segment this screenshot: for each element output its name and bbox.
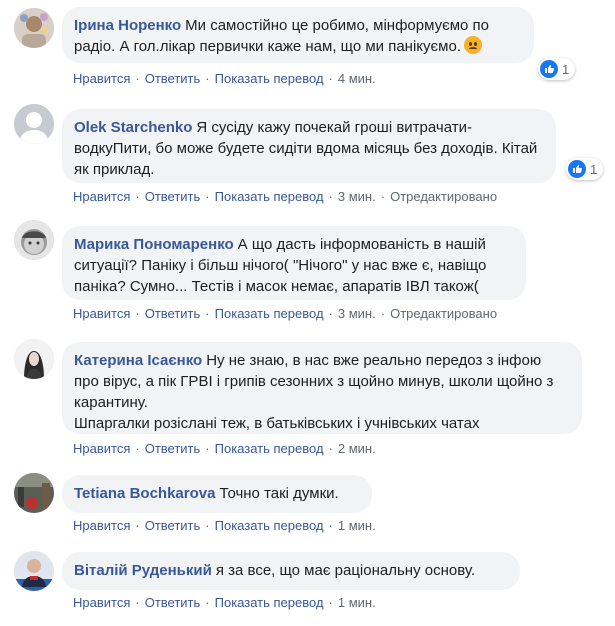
comment-actions: Нравится · Ответить · Показать перевод · 1 мин… <box>73 518 376 533</box>
comment-actions: Нравится · Ответить · Показать перевод · 2 мин… <box>73 441 376 456</box>
reply-link[interactable]: Ответить <box>145 71 201 86</box>
translate-link[interactable]: Показать перевод <box>215 71 324 86</box>
reply-link[interactable]: Ответить <box>145 306 201 321</box>
translate-link[interactable]: Показать перевод <box>215 306 324 321</box>
translate-link[interactable]: Показать перевод <box>215 189 324 204</box>
separator: · <box>135 71 140 86</box>
timestamp[interactable]: 1 мин. <box>338 518 376 533</box>
comment-author[interactable]: Віталій Руденький <box>74 562 212 579</box>
avatar[interactable] <box>14 473 54 513</box>
comment-text: я за все, що має раціональну основу. <box>215 562 476 579</box>
comment-bubble: Olek Starchenko Я сусіду кажу почекай гро… <box>62 109 556 183</box>
translate-link[interactable]: Показать перевод <box>215 441 324 456</box>
sad-emoji-icon <box>463 36 482 54</box>
separator: · <box>328 71 333 86</box>
reply-link[interactable]: Ответить <box>145 189 201 204</box>
timestamp[interactable]: 1 мин. <box>338 595 376 610</box>
comment-bubble: Tetiana Bochkarova Точно такі думки. <box>62 475 372 513</box>
like-link[interactable]: Нравится <box>73 71 130 86</box>
separator: · <box>380 189 386 204</box>
reply-link[interactable]: Ответить <box>145 441 201 456</box>
comment-author[interactable]: Olek Starchenko <box>74 119 192 136</box>
separator: · <box>328 306 333 321</box>
separator: · <box>135 306 140 321</box>
timestamp[interactable]: 3 мин. <box>338 306 376 321</box>
reply-link[interactable]: Ответить <box>145 595 201 610</box>
separator: · <box>205 518 210 533</box>
separator: · <box>135 595 140 610</box>
avatar[interactable] <box>14 104 54 144</box>
comment-author[interactable]: Tetiana Bochkarova <box>74 485 215 502</box>
comment-actions: Нравится · Ответить · Показать перевод · 3 мин… <box>73 306 497 321</box>
comment-text: Точно такі думки. <box>219 485 339 502</box>
separator: · <box>205 306 210 321</box>
comment-author[interactable]: Ірина Норенко <box>74 17 181 34</box>
reaction-count-value: 1 <box>590 161 598 177</box>
like-link[interactable]: Нравится <box>73 306 130 321</box>
comment-actions: Нравится · Ответить · Показать перевод · 1 мин… <box>73 595 376 610</box>
avatar[interactable] <box>14 220 54 260</box>
timestamp[interactable]: 2 мин. <box>338 441 376 456</box>
comment-text-paragraph: Шпаргалки розіслані теж, в батьківських … <box>74 415 480 432</box>
comment-actions: Нравится · Ответить · Показать перевод · 3 мин… <box>73 189 497 204</box>
reply-link[interactable]: Ответить <box>145 518 201 533</box>
reaction-count-value: 1 <box>562 61 570 77</box>
like-link[interactable]: Нравится <box>73 189 130 204</box>
comment-bubble: Марика Пономаренко А що дасть інформовані… <box>62 226 526 300</box>
comment-bubble: Ірина Норенко Ми самостійно це робимо, мі… <box>62 7 534 63</box>
separator: · <box>205 441 210 456</box>
comment-bubble: Катерина Ісаєнко Ну не знаю, в нас вже ре… <box>62 342 582 434</box>
translate-link[interactable]: Показать перевод <box>215 518 324 533</box>
timestamp[interactable]: 3 мин. <box>338 189 376 204</box>
avatar[interactable] <box>14 339 54 379</box>
reaction-count[interactable]: 1 <box>566 158 604 180</box>
comment-actions: Нравится · Ответить · Показать перевод · 4 мин… <box>73 71 376 86</box>
separator: · <box>135 189 140 204</box>
reaction-count[interactable]: 1 <box>538 58 576 80</box>
timestamp[interactable]: 4 мин. <box>338 71 376 86</box>
separator: · <box>205 595 210 610</box>
like-link[interactable]: Нравится <box>73 518 130 533</box>
like-icon <box>540 60 558 78</box>
like-icon <box>568 160 586 178</box>
separator: · <box>328 441 333 456</box>
like-link[interactable]: Нравится <box>73 441 130 456</box>
edited-label[interactable]: Отредактировано <box>390 306 497 321</box>
edited-label[interactable]: Отредактировано <box>390 189 497 204</box>
comment-bubble: Віталій Руденький я за все, що має раціон… <box>62 552 520 590</box>
separator: · <box>328 518 333 533</box>
separator: · <box>328 595 333 610</box>
translate-link[interactable]: Показать перевод <box>215 595 324 610</box>
separator: · <box>205 71 210 86</box>
comment-author[interactable]: Марика Пономаренко <box>74 236 234 253</box>
separator: · <box>135 518 140 533</box>
avatar[interactable] <box>14 8 54 48</box>
separator: · <box>328 189 333 204</box>
avatar[interactable] <box>14 551 54 591</box>
separator: · <box>380 306 386 321</box>
separator: · <box>135 441 140 456</box>
separator: · <box>205 189 210 204</box>
like-link[interactable]: Нравится <box>73 595 130 610</box>
comment-author[interactable]: Катерина Ісаєнко <box>74 352 202 369</box>
